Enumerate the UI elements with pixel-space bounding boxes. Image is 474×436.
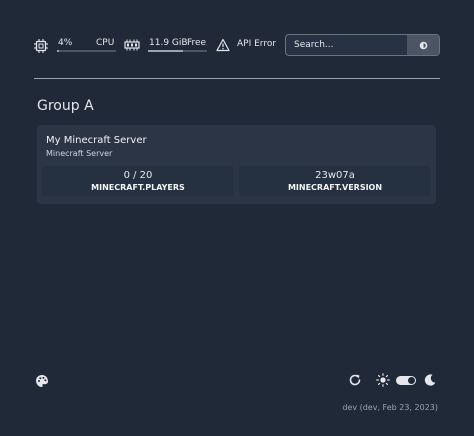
stat-players-label: MINECRAFT.PLAYERS bbox=[91, 183, 185, 192]
memory-usage-bar bbox=[148, 50, 207, 52]
api-error-label: API Error bbox=[237, 39, 277, 49]
memory-free-value: 11.9 GiB bbox=[149, 38, 188, 48]
version-label: dev (dev, Feb 23, 2023) bbox=[342, 403, 438, 412]
service-card-minecraft[interactable]: My Minecraft Server Minecraft Server 0 /… bbox=[37, 125, 436, 204]
cpu-label: CPU bbox=[96, 38, 115, 48]
stat-version: 23w07a MINECRAFT.VERSION bbox=[239, 166, 431, 196]
stat-players-value: 0 / 20 bbox=[123, 170, 153, 181]
palette-icon[interactable] bbox=[35, 374, 49, 388]
stat-version-value: 23w07a bbox=[315, 170, 355, 181]
memory-icon bbox=[124, 39, 140, 51]
stat-players: 0 / 20 MINECRAFT.PLAYERS bbox=[42, 166, 234, 196]
cpu-usage-value: 4% bbox=[58, 38, 73, 48]
sun-icon[interactable] bbox=[376, 373, 390, 387]
moon-icon[interactable] bbox=[423, 373, 437, 387]
group-title: Group A bbox=[37, 98, 94, 114]
refresh-icon[interactable] bbox=[348, 373, 362, 387]
service-name: My Minecraft Server bbox=[46, 135, 147, 146]
memory-label: Free bbox=[187, 38, 207, 48]
cpu-icon bbox=[34, 39, 48, 53]
search-input[interactable] bbox=[286, 35, 406, 55]
search-provider-button[interactable] bbox=[407, 35, 439, 55]
service-description: Minecraft Server bbox=[46, 149, 113, 158]
theme-toggle[interactable] bbox=[396, 376, 416, 385]
top-bar: 4% CPU 11.9 GiB Free API Error bbox=[0, 30, 474, 62]
search-box bbox=[285, 34, 440, 56]
cpu-usage-bar-fill bbox=[57, 50, 60, 52]
search-provider-icon bbox=[419, 41, 427, 49]
memory-usage-bar-fill bbox=[148, 50, 184, 52]
theme-toggle-knob bbox=[408, 377, 415, 384]
warning-icon bbox=[216, 38, 230, 52]
stat-version-label: MINECRAFT.VERSION bbox=[287, 183, 383, 192]
header-divider bbox=[34, 78, 440, 79]
cpu-usage-bar bbox=[57, 50, 116, 52]
